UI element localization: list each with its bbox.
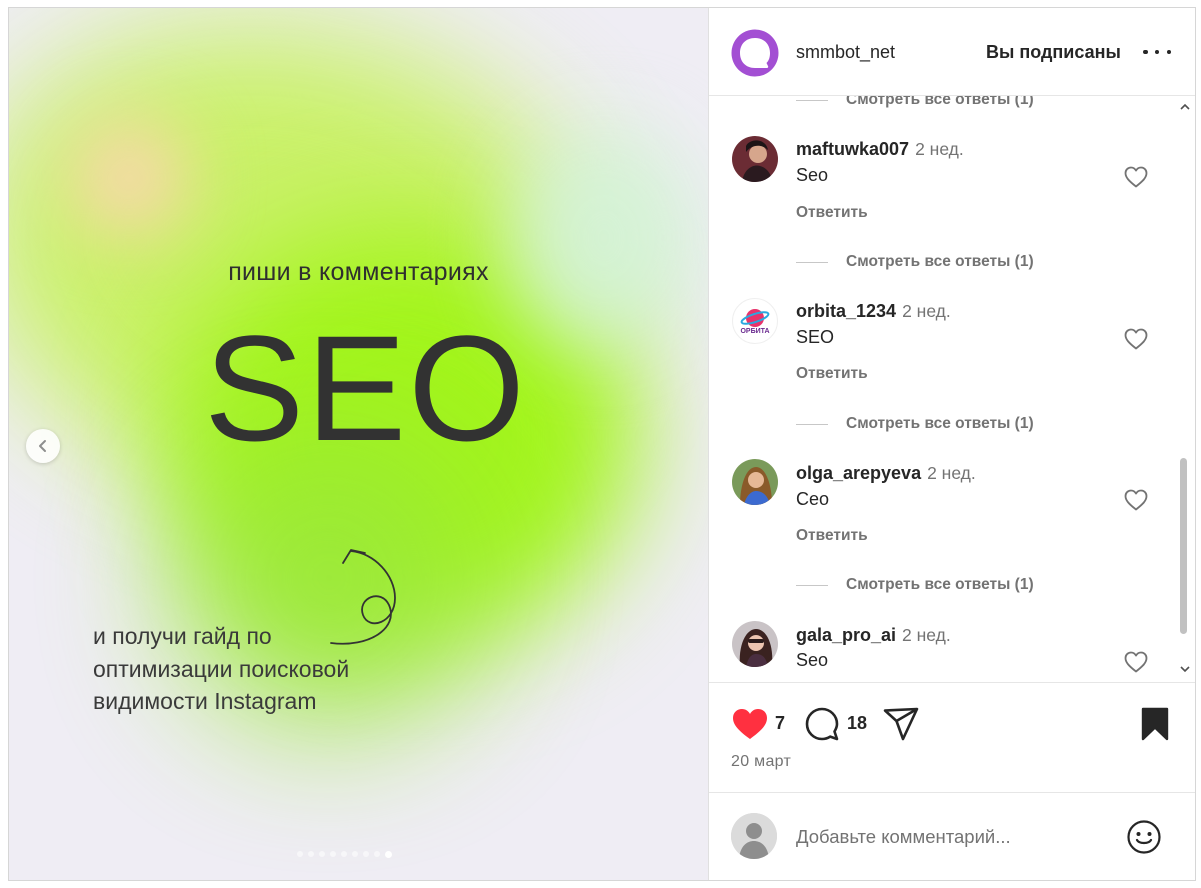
profile-avatar[interactable] (731, 29, 779, 77)
view-replies-button[interactable]: Смотреть все ответы (1) (796, 575, 1034, 595)
media-body-line: видимости Instagram (93, 688, 317, 714)
current-user-avatar (731, 813, 777, 859)
comment-text: Seo (796, 650, 829, 670)
following-button[interactable]: Вы подписаны (986, 42, 1121, 63)
comment-text: Сео (796, 489, 830, 509)
username-text: olga_arepyeva (796, 463, 922, 483)
dot (1154, 49, 1160, 55)
comment-username[interactable]: olga_arepyeva 2 нед. (796, 463, 976, 484)
divider (796, 584, 828, 586)
scrollbar-thumb[interactable] (1180, 458, 1187, 634)
comment-time: 2 нед. (927, 463, 976, 483)
comment-text: SEO (796, 327, 835, 347)
comment-input[interactable] (796, 823, 1116, 851)
username-text: orbita_1234 (796, 301, 897, 321)
more-horizontal-icon[interactable] (1143, 38, 1171, 66)
heart-outline-icon[interactable] (1124, 166, 1148, 188)
bookmark-filled-icon[interactable] (1140, 707, 1170, 741)
slide-dot (352, 851, 358, 857)
post-date[interactable]: 20 март (731, 753, 791, 771)
slide-dot (341, 851, 347, 857)
media-headline: пиши в комментариях (228, 258, 489, 286)
slide-dot (308, 851, 314, 857)
comment-composer (709, 792, 1195, 880)
comments-scrollbar[interactable] (1175, 96, 1195, 682)
view-replies-button[interactable]: Смотреть все ответы (1) (796, 96, 1034, 110)
default-user-icon (731, 813, 777, 859)
slide-dot (330, 851, 336, 857)
reply-button[interactable]: Ответить (796, 204, 868, 222)
comments-list: Смотреть все ответы (1) maftuwka007 2 нед… (709, 96, 1170, 682)
divider (796, 99, 828, 101)
user-photo (732, 621, 778, 667)
post-actions: 7 18 20 март (709, 682, 1195, 792)
divider (796, 423, 828, 425)
orbita-logo-text: ОРБИТА (740, 328, 769, 335)
comment-username[interactable]: orbita_1234 2 нед. (796, 301, 951, 322)
divider (796, 261, 828, 263)
slide-indicator (297, 850, 392, 858)
post-modal: пиши в комментариях SEO и получи гайд по… (8, 7, 1196, 881)
post-header: smmbot_net Вы подписаны (709, 8, 1195, 96)
slide-dot (363, 851, 369, 857)
media-body-line: оптимизации поисковой (93, 655, 350, 682)
user-photo (732, 136, 778, 182)
view-replies-button[interactable]: Смотреть все ответы (1) (796, 252, 1034, 272)
heart-outline-icon[interactable] (1124, 328, 1148, 350)
dot (1166, 49, 1171, 55)
post-media: пиши в комментариях SEO и получи гайд по… (9, 8, 708, 880)
post-author-username[interactable]: smmbot_net (796, 42, 895, 63)
comment-time: 2 нед. (902, 625, 951, 645)
comment-username[interactable]: gala_pro_ai 2 нед. (796, 625, 951, 646)
media-big-text: SEO (204, 304, 527, 472)
share-paper-plane-icon[interactable] (883, 707, 919, 741)
slide-dot (297, 851, 303, 857)
gradient-blob (69, 118, 189, 238)
user-photo (732, 459, 778, 505)
view-replies-label: Смотреть все ответы (1) (846, 415, 1034, 432)
username-text: maftuwka007 (796, 139, 910, 159)
comment-text: Seo (796, 165, 829, 185)
heart-outline-icon[interactable] (1124, 489, 1148, 511)
reply-button[interactable]: Ответить (796, 365, 868, 383)
curly-arrow-icon (330, 549, 396, 645)
slide-dot (319, 851, 325, 857)
comment-avatar[interactable] (732, 621, 778, 667)
dot (1143, 49, 1148, 55)
view-replies-label: Смотреть все ответы (1) (846, 96, 1034, 108)
view-replies-label: Смотреть все ответы (1) (846, 253, 1034, 270)
comment-avatar[interactable] (732, 136, 778, 182)
view-replies-button[interactable]: Смотреть все ответы (1) (796, 414, 1034, 434)
orbita-logo: ОРБИТА (740, 309, 770, 335)
chevron-left-icon (39, 440, 46, 452)
comment-time: 2 нед. (915, 139, 964, 159)
scroll-down-arrow-icon[interactable] (1180, 664, 1190, 674)
emoji-smiley-icon[interactable] (1126, 819, 1162, 855)
comment-username[interactable]: maftuwka007 2 нед. (796, 139, 964, 160)
scroll-up-arrow-icon[interactable] (1180, 102, 1190, 112)
comment-avatar[interactable] (732, 459, 778, 505)
heart-filled-icon[interactable] (731, 707, 769, 741)
like-count[interactable]: 7 (775, 713, 785, 734)
previous-slide-button[interactable] (26, 429, 60, 463)
reply-button[interactable]: Ответить (796, 527, 868, 545)
view-replies-label: Смотреть все ответы (1) (846, 576, 1034, 593)
comment-count[interactable]: 18 (847, 713, 867, 734)
post-side-panel: smmbot_net Вы подписаны Смотреть все отв… (708, 8, 1195, 880)
heart-outline-icon[interactable] (1124, 651, 1148, 673)
comment-time: 2 нед. (902, 301, 951, 321)
username-text: gala_pro_ai (796, 625, 897, 645)
comment-icon[interactable] (805, 707, 839, 741)
slide-dot-active (385, 850, 392, 858)
slide-dot (374, 851, 380, 857)
comment-avatar[interactable]: ОРБИТА (732, 298, 778, 344)
